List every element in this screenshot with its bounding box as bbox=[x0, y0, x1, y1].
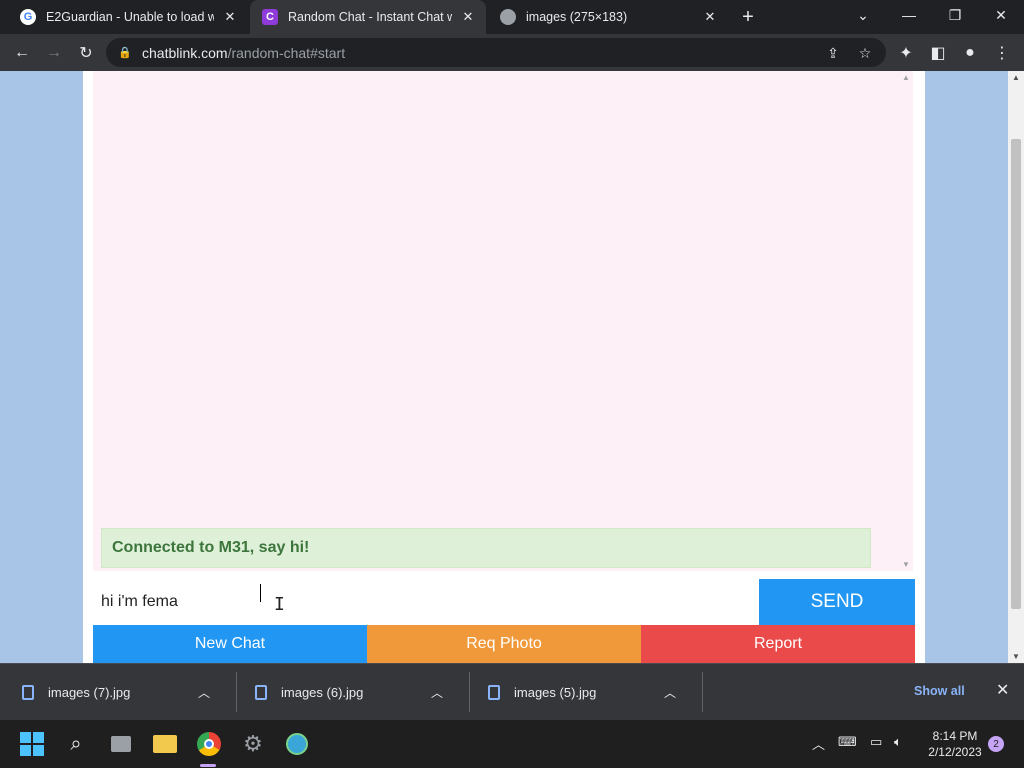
scrollbar-thumb[interactable] bbox=[1011, 139, 1021, 609]
file-explorer-icon[interactable] bbox=[151, 730, 179, 758]
mouse-cursor-icon: I bbox=[274, 594, 285, 615]
date: 2/12/2023 bbox=[928, 745, 982, 759]
url-host: chatblink.com bbox=[142, 44, 228, 61]
file-icon bbox=[22, 684, 34, 700]
notification-badge[interactable]: 2 bbox=[988, 736, 1004, 752]
network-icon[interactable]: ▭ bbox=[870, 734, 882, 750]
browser-toolbar: ← → ↻ 🔒 chatblink.com /random-chat#start… bbox=[0, 34, 1024, 71]
bookmark-star-icon[interactable]: ☆ bbox=[854, 42, 876, 64]
file-icon bbox=[488, 684, 500, 700]
download-item[interactable]: images (7).jpg ︿ bbox=[22, 664, 210, 720]
message-input[interactable] bbox=[93, 579, 759, 625]
tab-images[interactable]: images (275×183) ✕ bbox=[488, 0, 728, 34]
address-bar[interactable]: 🔒 chatblink.com /random-chat#start ⇪ ☆ bbox=[106, 38, 886, 67]
chatblink-icon: C bbox=[262, 9, 278, 25]
divider bbox=[236, 672, 237, 712]
page-background: ▲ ▼ Connected to M31, say hi! SEND New C… bbox=[0, 71, 1008, 663]
close-icon[interactable]: ✕ bbox=[996, 680, 1009, 700]
task-view-icon[interactable] bbox=[107, 730, 135, 758]
show-all-link[interactable]: Show all bbox=[914, 684, 965, 698]
close-window-button[interactable]: ✕ bbox=[978, 0, 1024, 30]
close-icon[interactable]: ✕ bbox=[458, 7, 478, 27]
scroll-up-icon[interactable]: ▲ bbox=[1012, 73, 1020, 82]
send-button[interactable]: SEND bbox=[759, 579, 915, 625]
close-icon[interactable]: ✕ bbox=[220, 7, 240, 27]
tab-strip: G E2Guardian - Unable to load web ✕ C Ra… bbox=[0, 0, 1024, 34]
profile-icon[interactable]: ● bbox=[957, 40, 983, 66]
new-tab-button[interactable]: + bbox=[736, 5, 760, 29]
chat-log[interactable] bbox=[93, 71, 899, 571]
new-chat-button[interactable]: New Chat bbox=[93, 625, 367, 663]
download-name: images (6).jpg bbox=[281, 684, 364, 700]
scroll-down-icon[interactable]: ▼ bbox=[902, 560, 910, 569]
keyboard-icon[interactable]: ⌨ bbox=[838, 734, 857, 750]
chrome-icon[interactable] bbox=[195, 730, 223, 758]
minimize-button[interactable]: — bbox=[886, 0, 932, 30]
scroll-down-icon[interactable]: ▼ bbox=[1012, 652, 1020, 661]
chat-container: ▲ ▼ Connected to M31, say hi! SEND New C… bbox=[83, 71, 925, 663]
globe-app-icon[interactable] bbox=[283, 730, 311, 758]
tab-search-icon[interactable]: ⌄ bbox=[840, 0, 886, 30]
settings-gear-icon[interactable]: ⚙ bbox=[239, 730, 267, 758]
extensions-icon[interactable]: ✦ bbox=[893, 40, 919, 66]
file-icon bbox=[255, 684, 267, 700]
forward-icon[interactable]: → bbox=[41, 40, 67, 66]
restore-button[interactable]: ❐ bbox=[932, 0, 978, 30]
share-icon[interactable]: ⇪ bbox=[822, 42, 844, 64]
clock[interactable]: 8:14 PM 2/12/2023 bbox=[922, 728, 988, 760]
text-caret bbox=[260, 584, 261, 602]
active-app-indicator bbox=[200, 764, 216, 767]
chevron-up-icon[interactable]: ︿ bbox=[431, 684, 443, 701]
chat-log-scrollbar[interactable]: ▲ ▼ bbox=[899, 71, 913, 571]
time: 8:14 PM bbox=[932, 729, 978, 743]
back-icon[interactable]: ← bbox=[9, 40, 35, 66]
menu-icon[interactable]: ⋮ bbox=[989, 40, 1015, 66]
google-icon: G bbox=[20, 9, 36, 25]
volume-icon[interactable]: 🔈︎ bbox=[894, 734, 902, 750]
close-icon[interactable]: ✕ bbox=[700, 7, 720, 27]
windows-start-icon[interactable] bbox=[18, 730, 46, 758]
lock-icon[interactable]: 🔒 bbox=[118, 46, 132, 59]
chevron-up-icon[interactable]: ︿ bbox=[198, 684, 210, 701]
tab-title: E2Guardian - Unable to load web bbox=[46, 10, 214, 24]
side-panel-icon[interactable]: ◧ bbox=[925, 40, 951, 66]
download-item[interactable]: images (5).jpg ︿ bbox=[488, 664, 676, 720]
taskbar: ⌕ ⚙ ︿ ⌨ ▭ 🔈︎ 8:14 PM 2/12/2023 2 bbox=[0, 720, 1024, 768]
status-message: Connected to M31, say hi! bbox=[101, 528, 871, 568]
tab-random-chat[interactable]: C Random Chat - Instant Chat with ✕ bbox=[250, 0, 486, 34]
tab-title: Random Chat - Instant Chat with bbox=[288, 10, 452, 24]
tab-e2guardian[interactable]: G E2Guardian - Unable to load web ✕ bbox=[8, 0, 248, 34]
req-photo-button[interactable]: Req Photo bbox=[367, 625, 641, 663]
scroll-up-icon[interactable]: ▲ bbox=[902, 73, 910, 82]
report-button[interactable]: Report bbox=[641, 625, 915, 663]
reload-icon[interactable]: ↻ bbox=[73, 40, 99, 66]
download-item[interactable]: images (6).jpg ︿ bbox=[255, 664, 443, 720]
search-icon[interactable]: ⌕ bbox=[62, 730, 90, 758]
globe-icon bbox=[500, 9, 516, 25]
page-scrollbar[interactable]: ▲ ▼ bbox=[1008, 71, 1024, 663]
chevron-up-icon[interactable]: ︿ bbox=[664, 684, 676, 701]
download-name: images (7).jpg bbox=[48, 684, 131, 700]
divider bbox=[469, 672, 470, 712]
url-path: /random-chat#start bbox=[227, 44, 346, 61]
tab-title: images (275×183) bbox=[526, 10, 628, 24]
download-shelf: images (7).jpg ︿ images (6).jpg ︿ images… bbox=[0, 663, 1024, 720]
download-name: images (5).jpg bbox=[514, 684, 597, 700]
chevron-up-icon[interactable]: ︿ bbox=[812, 734, 825, 753]
divider bbox=[702, 672, 703, 712]
